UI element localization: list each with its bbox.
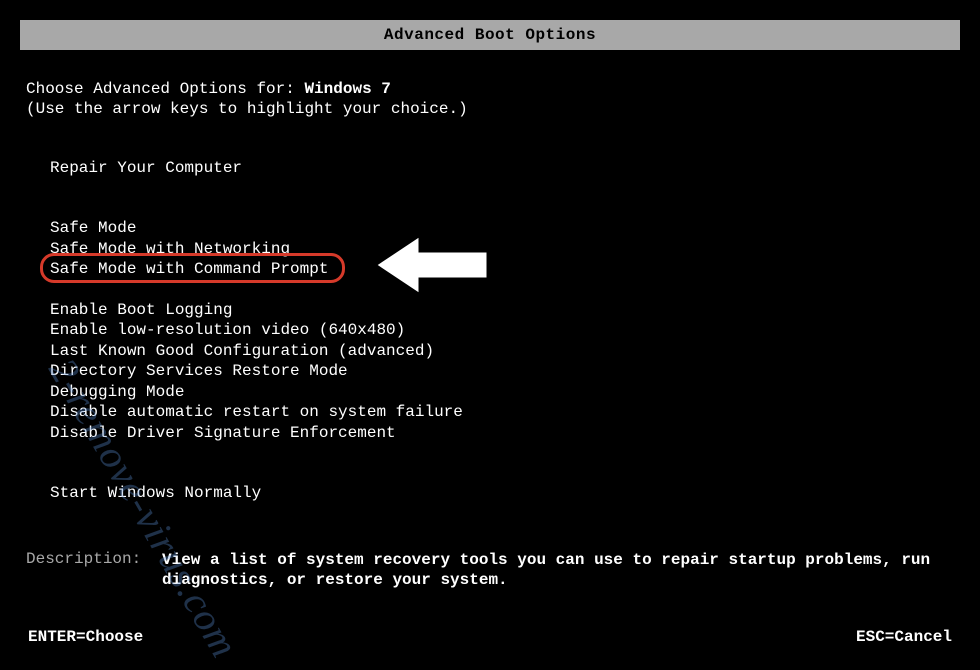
menu-safe-mode-command-prompt[interactable]: Safe Mode with Command Prompt xyxy=(48,259,334,279)
menu-start-normally[interactable]: Start Windows Normally xyxy=(48,483,267,503)
title-bar: Advanced Boot Options xyxy=(20,20,960,50)
intro-prefix: Choose Advanced Options for: xyxy=(26,80,304,98)
menu-disable-driver-sig[interactable]: Disable Driver Signature Enforcement xyxy=(48,423,402,443)
description-label: Description: xyxy=(26,550,162,591)
intro-line-1: Choose Advanced Options for: Windows 7 xyxy=(26,80,954,98)
menu-debugging-mode[interactable]: Debugging Mode xyxy=(48,382,190,402)
main-content: Choose Advanced Options for: Windows 7 (… xyxy=(0,50,980,591)
menu-enable-boot-logging[interactable]: Enable Boot Logging xyxy=(48,300,238,320)
menu-repair-computer[interactable]: Repair Your Computer xyxy=(48,158,248,178)
description-block: Description: View a list of system recov… xyxy=(26,550,954,591)
intro-hint: (Use the arrow keys to highlight your ch… xyxy=(26,100,954,118)
footer-esc-hint: ESC=Cancel xyxy=(856,628,952,646)
boot-menu: Repair Your Computer Safe Mode Safe Mode… xyxy=(48,158,954,504)
intro-os: Windows 7 xyxy=(304,80,390,98)
footer-bar: ENTER=Choose ESC=Cancel xyxy=(0,628,980,646)
description-text: View a list of system recovery tools you… xyxy=(162,550,954,591)
menu-last-known-good[interactable]: Last Known Good Configuration (advanced) xyxy=(48,341,440,361)
menu-safe-mode-networking[interactable]: Safe Mode with Networking xyxy=(48,239,296,259)
menu-safe-mode[interactable]: Safe Mode xyxy=(48,218,142,238)
menu-directory-services-restore[interactable]: Directory Services Restore Mode xyxy=(48,361,354,381)
footer-enter-hint: ENTER=Choose xyxy=(28,628,143,646)
title-text: Advanced Boot Options xyxy=(384,26,596,44)
menu-disable-auto-restart[interactable]: Disable automatic restart on system fail… xyxy=(48,402,469,422)
menu-low-res-video[interactable]: Enable low-resolution video (640x480) xyxy=(48,320,411,340)
